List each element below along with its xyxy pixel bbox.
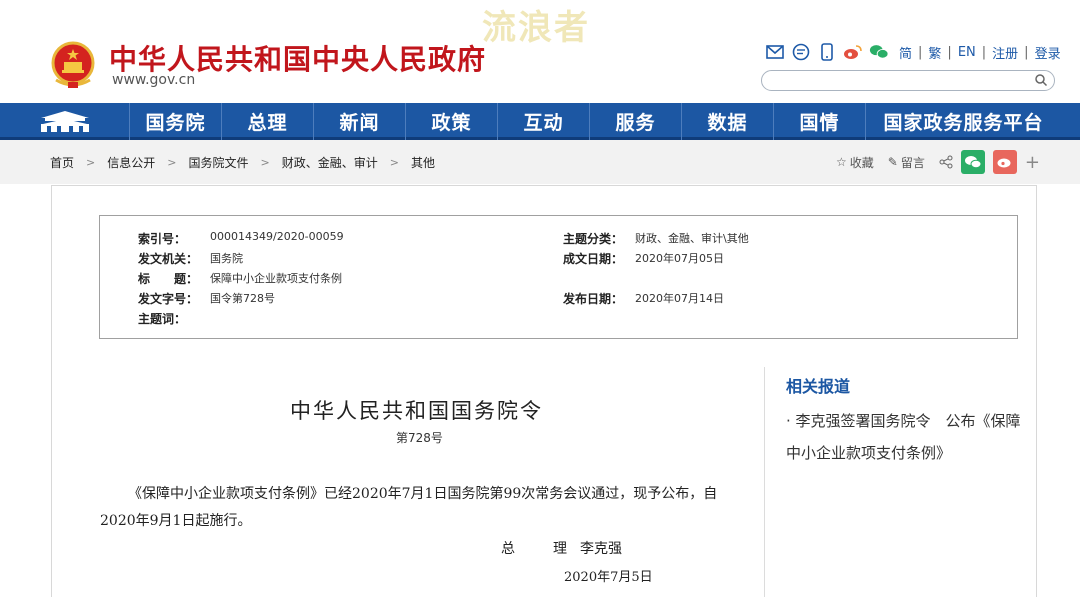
- nav-news[interactable]: 新闻: [314, 103, 406, 140]
- weibo-icon[interactable]: [843, 42, 863, 62]
- signature-date: 2020年7月5日: [564, 570, 653, 585]
- watermark: 流浪者: [482, 8, 590, 48]
- login-link[interactable]: 登录: [1035, 43, 1061, 62]
- breadcrumb-finance[interactable]: 财政、金融、审计: [282, 154, 378, 171]
- share-tools: ☆ 收藏 ✎ 留言 +: [836, 150, 1040, 174]
- lang-simplified-link[interactable]: 简: [899, 43, 912, 62]
- meta-created-date: 成文日期： 2020年07月05日: [563, 252, 724, 266]
- search-input[interactable]: [761, 70, 1055, 91]
- signature-name: 李克强: [580, 541, 622, 557]
- nav-services[interactable]: 服务: [590, 103, 682, 140]
- weibo-share-icon[interactable]: [992, 150, 1017, 174]
- national-emblem-icon[interactable]: [50, 40, 96, 90]
- breadcrumb-info-disclosure[interactable]: 信息公开: [107, 154, 155, 171]
- mobile-icon[interactable]: [817, 42, 837, 62]
- chevron-right-icon: >: [260, 156, 270, 169]
- mail-icon[interactable]: [765, 42, 785, 62]
- star-icon: ☆: [836, 155, 847, 169]
- comment-button[interactable]: ✎ 留言: [888, 154, 925, 171]
- meta-keywords: 主题词：: [138, 312, 187, 326]
- page: 流浪者 中华人民共和国中央人民政府 www.gov.cn 简 | 繁 | EN …: [0, 0, 1080, 597]
- main-nav: 国务院 总理 新闻 政策 互动 服务 数据 国情 国家政务服务平台: [0, 103, 1080, 140]
- related-reports-title: 相关报道: [786, 377, 851, 396]
- site-header: 流浪者 中华人民共和国中央人民政府 www.gov.cn 简 | 繁 | EN …: [0, 0, 1080, 103]
- breadcrumb: 首页 > 信息公开 > 国务院文件 > 财政、金融、审计 > 其他: [50, 154, 435, 171]
- search-icon[interactable]: [1034, 73, 1048, 87]
- nav-policy[interactable]: 政策: [406, 103, 498, 140]
- wechat-share-icon[interactable]: [960, 150, 985, 174]
- nav-home[interactable]: [0, 103, 130, 140]
- message-icon[interactable]: [791, 42, 811, 62]
- header-tools: 简 | 繁 | EN | 注册 | 登录: [765, 42, 1061, 62]
- meta-index: 索引号： 000014349/2020-00059: [138, 230, 344, 246]
- page-title: 中华人民共和国国务院令: [290, 399, 543, 423]
- meta-title: 标 题： 保障中小企业款项支付条例: [138, 272, 342, 286]
- related-report-link[interactable]: · 李克强签署国务院令 公布《保障中小企业款项支付条例》: [786, 405, 1026, 469]
- sidebar-divider: [764, 367, 765, 597]
- breadcrumb-state-council-docs[interactable]: 国务院文件: [188, 154, 248, 171]
- meta-published-date: 发布日期： 2020年07月14日: [563, 292, 724, 306]
- language-links: 简 | 繁 | EN | 注册 | 登录: [899, 43, 1061, 62]
- wechat-icon[interactable]: [869, 42, 889, 62]
- meta-issuer: 发文机关： 国务院: [138, 252, 243, 266]
- chevron-right-icon: >: [167, 156, 177, 169]
- more-share-icon[interactable]: +: [1025, 152, 1040, 173]
- collect-button[interactable]: ☆ 收藏: [836, 154, 874, 171]
- decree-number: 第728号: [396, 431, 443, 445]
- nav-gov-service-platform[interactable]: 国家政务服务平台: [866, 103, 1061, 140]
- tiananmen-icon: [40, 110, 89, 132]
- signature-title: 总 理: [501, 541, 579, 557]
- nav-national-info[interactable]: 国情: [774, 103, 866, 140]
- meta-category: 主题分类： 财政、金融、审计\其他: [563, 232, 749, 246]
- register-link[interactable]: 注册: [992, 43, 1018, 62]
- collect-label: 收藏: [849, 155, 874, 170]
- lang-traditional-link[interactable]: 繁: [928, 43, 941, 62]
- breadcrumb-home[interactable]: 首页: [50, 154, 74, 171]
- nav-state-council[interactable]: 国务院: [130, 103, 222, 140]
- chevron-right-icon: >: [389, 156, 399, 169]
- nav-data[interactable]: 数据: [682, 103, 774, 140]
- chevron-right-icon: >: [86, 156, 96, 169]
- comment-label: 留言: [900, 155, 925, 170]
- share-icon[interactable]: [939, 155, 953, 169]
- nav-premier[interactable]: 总理: [222, 103, 314, 140]
- pencil-icon: ✎: [887, 155, 898, 169]
- meta-doc-number: 发文字号： 国令第728号: [138, 292, 275, 306]
- nav-interaction[interactable]: 互动: [498, 103, 590, 140]
- lang-english-link[interactable]: EN: [958, 45, 976, 60]
- article-body: 《保障中小企业款项支付条例》已经2020年7月1日国务院第99次常务会议通过，现…: [100, 486, 718, 529]
- breadcrumb-other[interactable]: 其他: [411, 154, 435, 171]
- breadcrumb-bar: 首页 > 信息公开 > 国务院文件 > 财政、金融、审计 > 其他 ☆ 收藏 ✎…: [0, 140, 1080, 184]
- site-url[interactable]: www.gov.cn: [112, 72, 195, 88]
